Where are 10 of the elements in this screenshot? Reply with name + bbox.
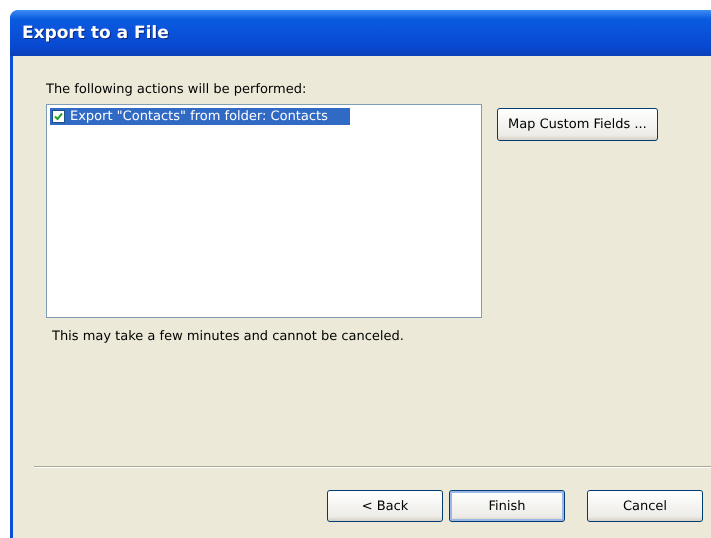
dialog-button[interactable]: < Back [327, 490, 443, 522]
note-text: This may take a few minutes and cannot be canceled. [52, 329, 405, 344]
window-title: Export to a File [22, 23, 169, 43]
actions-list[interactable]: Export "Contacts" from folder: Contacts [46, 104, 482, 318]
actions-label: The following actions will be performed: [46, 82, 308, 97]
list-item[interactable]: Export "Contacts" from folder: Contacts [67, 108, 350, 125]
checkbox[interactable] [50, 108, 67, 125]
map-fields-button[interactable]: Map Custom Fields ... [497, 108, 658, 141]
dialog-button[interactable]: Finish [449, 490, 565, 522]
dialog-button[interactable]: Cancel [587, 490, 703, 522]
